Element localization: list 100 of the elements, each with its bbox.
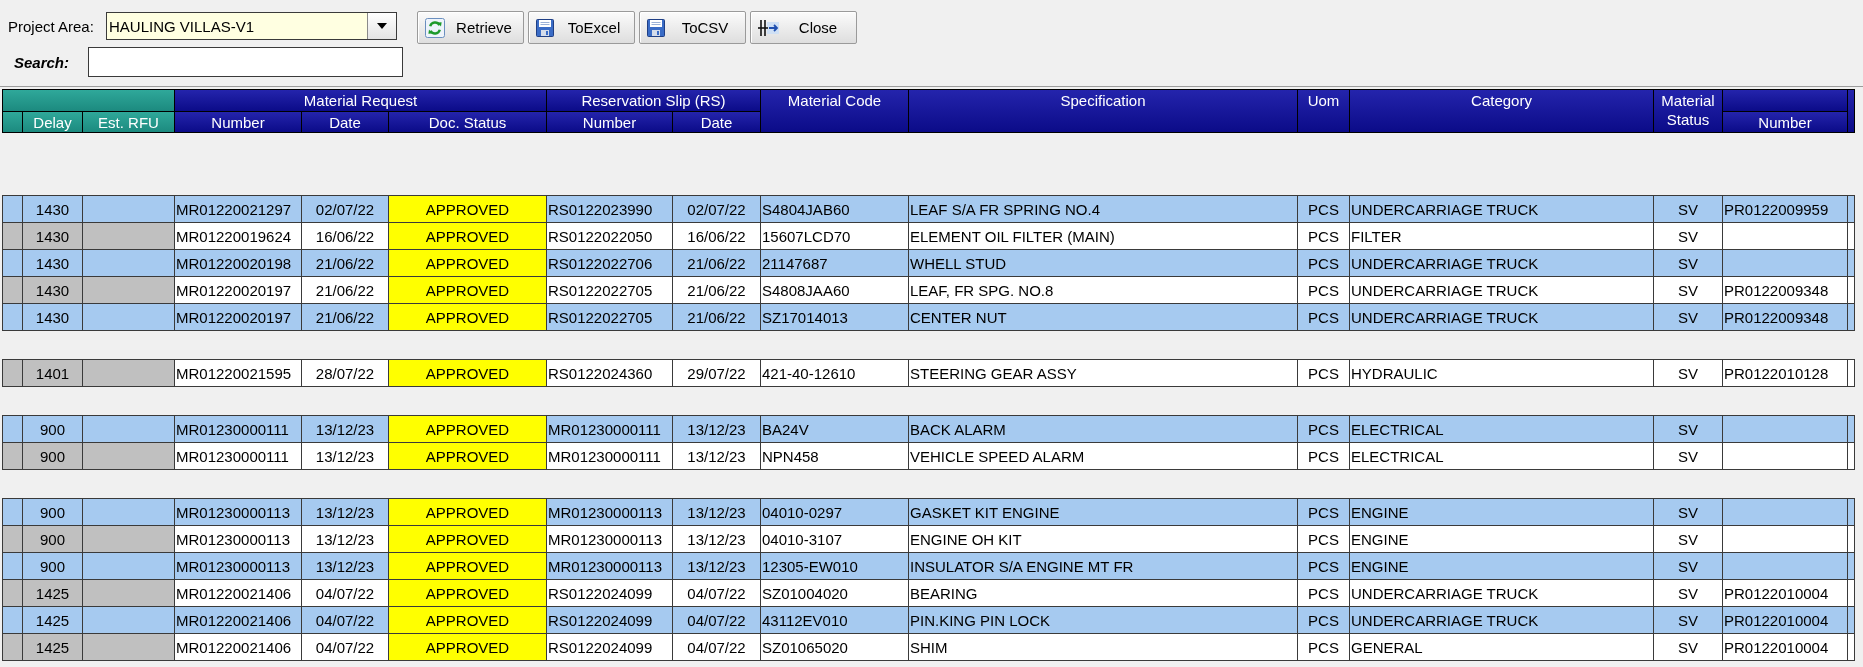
table-cell: 1430 [23,250,82,276]
table-cell: 21/06/22 [673,304,760,330]
column-header: Delay [23,112,82,132]
table-cell: 900 [23,499,82,525]
table-cell: 13/12/23 [673,526,760,552]
table-cell: 02/07/22 [302,196,388,222]
table-cell: APPROVED [389,223,546,249]
table-cell: 1425 [23,634,82,660]
dropdown-button[interactable] [367,13,396,39]
toolbar-button[interactable]: Retrieve [417,11,524,44]
table-cell: 1401 [23,360,82,386]
table-cell: PR0122010004 [1723,607,1847,633]
row-header[interactable] [3,196,22,222]
row-header[interactable] [3,250,22,276]
table-cell: APPROVED [389,526,546,552]
table-cell: 1425 [23,580,82,606]
table-cell: HYDRAULIC [1350,360,1653,386]
table-cell: SV [1654,196,1722,222]
row-header[interactable] [3,526,22,552]
table-cell: 02/07/22 [673,196,760,222]
table-cell: 13/12/23 [302,443,388,469]
table-cell: PCS [1298,304,1349,330]
table-cell: MR01230000111 [547,416,672,442]
table-cell: 04/07/22 [673,580,760,606]
table-cell: 04010-0297 [761,499,908,525]
column-header: Material Code [761,90,908,132]
row-header[interactable] [3,223,22,249]
table-cell: PR0122010004 [1723,580,1847,606]
table-cell: SV [1654,499,1722,525]
table-cell: APPROVED [389,304,546,330]
row-header[interactable] [3,304,22,330]
header-cell [3,112,22,132]
table-cell: SV [1654,634,1722,660]
table-cell: MR01220021595 [175,360,301,386]
table-cell: PCS [1298,553,1349,579]
table-cell: 13/12/23 [673,416,760,442]
table-cell: RS0122022706 [547,250,672,276]
table-cell: RS0122024360 [547,360,672,386]
table-cell: RS0122024099 [547,607,672,633]
row-header[interactable] [3,499,22,525]
table-cell: ENGINE [1350,526,1653,552]
table-cell: SV [1654,580,1722,606]
row-header[interactable] [3,580,22,606]
table-cell: PCS [1298,443,1349,469]
table-cell: MR01230000111 [175,443,301,469]
table-cell: 28/07/22 [302,360,388,386]
table-cell: 1430 [23,223,82,249]
table-cell: PR0122010004 [1723,634,1847,660]
toolbar-button[interactable]: Close [750,11,857,44]
table-cell: INSULATOR S/A ENGINE MT FR [909,553,1297,579]
table-cell: PCS [1298,634,1349,660]
table-cell: BA24V [761,416,908,442]
table-cell: 1430 [23,304,82,330]
table-cell: UNDERCARRIAGE TRUCK [1350,196,1653,222]
table-cell: RS0122024099 [547,634,672,660]
table-cell: 16/06/22 [673,223,760,249]
column-header: Uom [1298,90,1349,132]
table-cell: PR0122009959 [1723,196,1847,222]
table-cell: MR01230000113 [175,499,301,525]
row-header[interactable] [3,607,22,633]
column-header: Number [547,112,672,132]
row-header[interactable] [3,416,22,442]
table-cell: WHELL STUD [909,250,1297,276]
toolbar-button[interactable]: ToExcel [528,11,635,44]
table-cell: 12305-EW010 [761,553,908,579]
toolbar-button[interactable]: ToCSV [639,11,746,44]
table-cell: 21/06/22 [302,277,388,303]
table-cell: 13/12/23 [673,443,760,469]
table-cell: 900 [23,416,82,442]
field-label: Search: [14,53,71,71]
table-cell: MR01230000113 [547,499,672,525]
table-cell: SV [1654,223,1722,249]
row-header[interactable] [3,360,22,386]
row-header[interactable] [3,553,22,579]
table-cell: APPROVED [389,360,546,386]
table-cell: MR01220021406 [175,580,301,606]
table-cell: UNDERCARRIAGE TRUCK [1350,607,1653,633]
table-cell: APPROVED [389,196,546,222]
row-header[interactable] [3,634,22,660]
table-cell: ELECTRICAL [1350,443,1653,469]
table-cell: SV [1654,304,1722,330]
table-cell: SV [1654,443,1722,469]
column-header: Specification [909,90,1297,132]
table-cell: SZ01004020 [761,580,908,606]
table-cell: MR01220019624 [175,223,301,249]
row-header[interactable] [3,277,22,303]
table-cell: 13/12/23 [302,416,388,442]
table-cell: 13/12/23 [302,499,388,525]
search-field[interactable] [88,47,403,77]
table-cell: S4804JAB60 [761,196,908,222]
table-cell: 900 [23,526,82,552]
table-cell: UNDERCARRIAGE TRUCK [1350,304,1653,330]
table-cell: 21147687 [761,250,908,276]
table-cell: LEAF S/A FR SPRING NO.4 [909,196,1297,222]
row-header[interactable] [3,443,22,469]
table-cell: GENERAL [1350,634,1653,660]
table-cell: 15607LCD70 [761,223,908,249]
project-area-combo[interactable]: HAULING VILLAS-V1 [106,12,397,40]
table-cell: 04010-3107 [761,526,908,552]
table-cell: FILTER [1350,223,1653,249]
